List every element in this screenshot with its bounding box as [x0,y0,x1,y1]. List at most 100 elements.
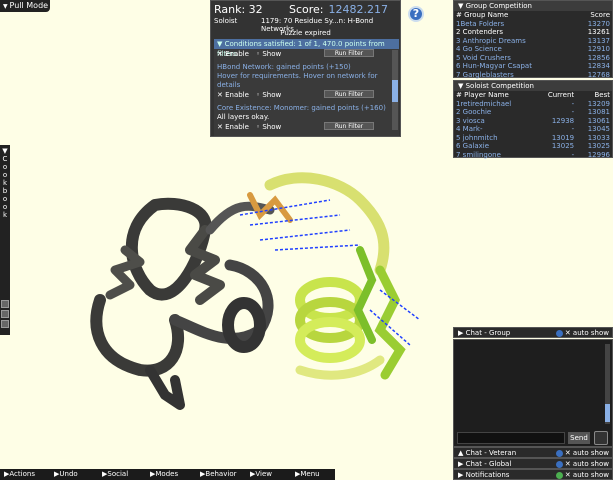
auto-show-toggle[interactable]: auto show [573,329,609,337]
table-row[interactable]: 4 Go Science 12910 [454,45,612,54]
auto-show-toggle[interactable]: auto show [573,460,609,468]
recipe-icon[interactable] [1,310,9,318]
enable-toggle[interactable]: ✕ Enable [217,91,249,99]
player-current: - [571,99,575,108]
menu-label: Menu [300,470,320,478]
chat-area: Send [453,339,613,447]
clock-icon[interactable] [594,431,608,445]
filter-text: Hover for requirements. Hover on network… [217,72,378,89]
chat-global-header[interactable]: ▶ Chat - Global ✕ auto show [453,458,613,469]
show-toggle[interactable]: ◦ Show [256,123,281,131]
player-best: 13061 [587,116,610,125]
table-row[interactable]: 3 viosca 12938 13061 [454,117,612,126]
show-label: Show [262,50,282,58]
col-header: Score [590,11,610,19]
player-name: 6 Galaxie [456,142,490,150]
group-competition-title: Group Competition [465,2,532,10]
run-filter-button[interactable]: Run Filter [324,90,374,98]
menu-behavior[interactable]: ▶ Behavior [200,469,236,480]
player-current: - [571,125,575,133]
show-label: Show [262,123,282,131]
help-icon[interactable]: ? [408,6,424,22]
notifications-label: Notifications [465,471,510,479]
cookbook-letter: o [2,171,8,179]
group-name: 7 Gargleblasters [456,70,514,79]
group-competition-header[interactable]: ▼ Group Competition [454,1,612,11]
cookbook-tab[interactable]: ▼ C o o k b o o k [0,145,10,335]
info-icon[interactable] [555,460,563,468]
status-icon [555,471,563,479]
player-name: 3 viosca [456,116,485,125]
chat-global-label: Chat - Global [465,460,512,468]
chat-group-header[interactable]: ▶ Chat - Group ✕ auto show [453,327,613,338]
enable-toggle[interactable]: ✕ Enable [217,123,249,131]
group-table: # Group Name Score 1Beta Folders 13270 2 C… [454,11,612,79]
table-row[interactable]: 3 Anthropic Dreams 13137 [454,37,612,46]
enable-toggle[interactable]: ✕ Enable [217,50,249,58]
menu-menu[interactable]: ▶ Menu [295,469,320,480]
info-icon[interactable] [555,329,563,337]
puzzle-name: 1179: 70 Residue Sy...n: H-Bond Networks [261,17,374,33]
auto-show-toggle[interactable]: auto show [573,471,609,479]
col-header: Current [547,91,575,99]
menu-label: Undo [59,470,78,478]
soloist-competition-title: Soloist Competition [465,82,534,90]
table-row[interactable]: 7 smilingone - 12996 [454,151,612,160]
menu-actions[interactable]: ▶ Actions [4,469,35,480]
table-row[interactable]: 6 Hun-Magyar Csapat 12834 [454,62,612,71]
player-name: 7 smilingone [456,150,501,159]
score-panel: Rank: 32 Score: 12482.217 Soloist 1179: … [210,0,401,137]
run-filter-button[interactable]: Run Filter [324,49,374,57]
send-button[interactable]: Send [568,432,590,444]
group-score: 12768 [587,70,610,79]
pull-mode-label: Pull Mode [9,1,49,10]
player-current: 12938 [551,116,575,125]
chat-input[interactable] [457,432,565,444]
triangle-icon: ▶ [458,460,466,468]
recipe-icon[interactable] [1,320,9,328]
soloist-competition-header[interactable]: ▼ Soloist Competition [454,81,612,91]
filter-title: Core Existence: Monomer: gained points (… [217,104,386,112]
conditions-header[interactable]: ▼ Conditions satisfied: 1 of 1, 470.0 po… [214,39,399,58]
scroll-thumb[interactable] [605,404,610,422]
info-icon[interactable] [555,449,563,457]
player-current: 13019 [551,133,575,142]
table-row[interactable]: 5 johnmitch 13019 13033 [454,134,612,143]
menu-social[interactable]: ▶ Social [102,469,128,480]
table-row[interactable]: 2 Contenders 13261 [454,28,612,37]
show-toggle[interactable]: ◦ Show [256,91,281,99]
player-best: 12996 [587,150,610,159]
conditions-scrollbar[interactable] [392,50,398,130]
menu-view[interactable]: ▶ View [250,469,272,480]
group-score: 13137 [587,36,610,45]
notifications-header[interactable]: ▶ Notifications ✕ auto show [453,469,613,480]
table-row[interactable]: 4 Mark- - 13045 [454,125,612,134]
chat-veteran-header[interactable]: ▲ Chat - Veteran ✕ auto show [453,447,613,458]
table-row[interactable]: 6 Galaxie 13025 13025 [454,142,612,151]
table-row[interactable]: 1retiredmichael - 13209 [454,100,612,109]
menu-modes[interactable]: ▶ Modes [150,469,178,480]
group-score: 12834 [587,62,610,70]
bottom-menu-bar: ▶ Actions ▶ Undo ▶ Social ▶ Modes ▶ Beha… [0,469,335,480]
run-filter-button[interactable]: Run Filter [324,122,374,130]
player-name: 4 Mark- [456,125,483,133]
group-name: 4 Go Science [456,45,502,53]
recipe-icon[interactable] [1,300,9,308]
soloist-table: # Player Name Current Best 1retiredmichael… [454,91,612,159]
group-name: 1Beta Folders [456,19,505,28]
triangle-icon: ▲ [458,449,466,457]
table-row[interactable]: 2 Goochie - 13081 [454,108,612,117]
triangle-icon: ▼ [458,2,466,10]
pull-mode-tab[interactable]: ▼ Pull Mode [0,0,50,12]
table-row[interactable]: 5 Void Crushers 12856 [454,54,612,63]
show-toggle[interactable]: ◦ Show [256,50,281,58]
table-row[interactable]: 7 Gargleblasters 12768 [454,71,612,80]
table-row[interactable]: 1Beta Folders 13270 [454,20,612,29]
scroll-thumb[interactable] [392,80,398,102]
chat-scrollbar[interactable] [605,344,610,424]
auto-show-toggle[interactable]: auto show [573,449,609,457]
group-name: 5 Void Crushers [456,53,511,62]
menu-undo[interactable]: ▶ Undo [54,469,78,480]
player-current: 13025 [551,142,575,150]
player-current: - [571,150,575,159]
